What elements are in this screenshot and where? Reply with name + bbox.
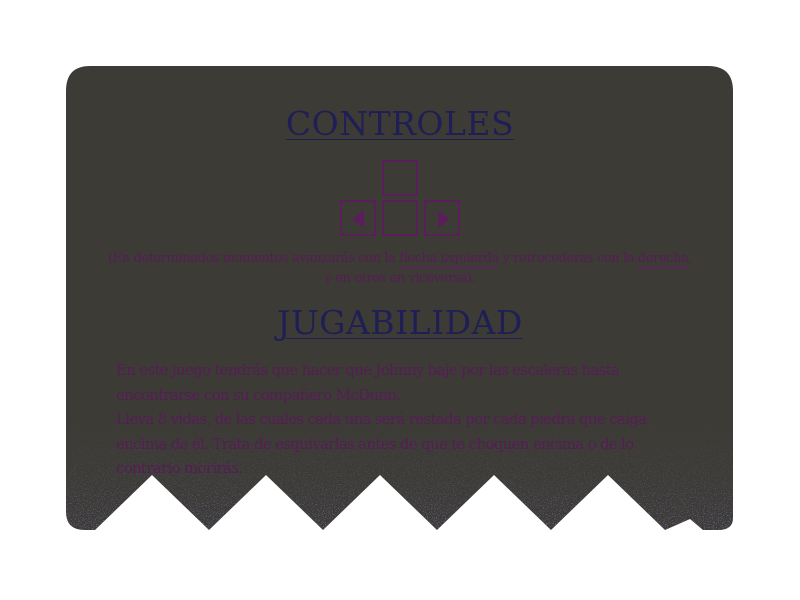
controls-note-left-arrow: flecha izquierda [399,251,499,266]
gameplay-description: En este juego tendrás que hacer que John… [116,358,694,481]
left-key-icon [340,200,376,236]
gameplay-paragraph-2: Lleva 8 vidas, de las cuales cada una se… [116,410,647,477]
right-key-icon [424,200,460,236]
controls-note-right: derecha [637,251,689,266]
up-key-icon [382,160,418,196]
arrow-right-icon [438,210,450,228]
arrow-keys-diagram [338,160,464,238]
controls-note-line2: y en otros en viceversa). [324,271,476,286]
controls-note: (En determinados momentos avanzarás con … [80,249,720,289]
instructions-card [66,66,733,530]
controls-note-part3: , [688,251,693,266]
controls-title: CONTROLES [285,104,515,143]
controls-note-part2: y retrocederas con la [498,251,638,266]
gameplay-title: JUGABILIDAD [277,303,523,342]
controls-note-part1: (En determinados momentos avanzarás con … [107,251,400,266]
game-instructions-screen: CONTROLES (En determinados momentos avan… [0,0,800,600]
gameplay-paragraph-1: En este juego tendrás que hacer que John… [116,361,620,404]
arrow-left-icon [352,210,364,228]
down-key-icon [382,200,418,236]
